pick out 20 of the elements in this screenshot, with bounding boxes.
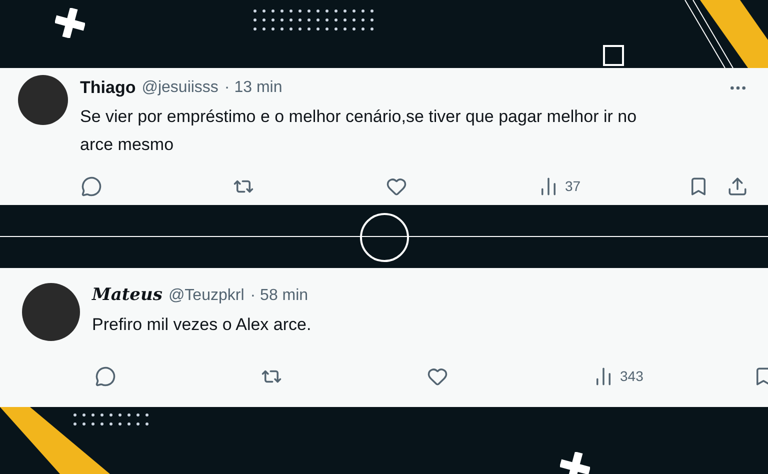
like-icon[interactable] [386, 176, 407, 197]
circle-outline [360, 213, 409, 262]
tweet-text: Prefiro mil vezes o Alex arce. [92, 314, 312, 336]
view-count: 343 [620, 367, 644, 386]
avatar[interactable] [18, 75, 68, 125]
tweet-text: Se vier por empréstimo e o melhor cenário,se tiver que pagar melhor ir no arce mesmo [80, 106, 638, 156]
post-time: · 58 min [250, 286, 308, 306]
square-outline [603, 45, 624, 66]
plus-icon [55, 8, 85, 38]
author-name[interactable]: Thiago [80, 75, 136, 100]
author-name[interactable]: Mateus [92, 283, 162, 308]
author-handle[interactable]: @jesuiisss [142, 76, 218, 100]
plus-icon [560, 452, 590, 474]
like-icon[interactable] [427, 366, 448, 387]
view-count: 37 [565, 177, 581, 196]
author-handle[interactable]: @Teuzpkrl [168, 284, 244, 308]
share-icon[interactable] [726, 176, 748, 197]
reply-icon[interactable] [95, 366, 116, 387]
post-time: · 13 min [224, 78, 282, 98]
reply-icon[interactable] [81, 176, 102, 197]
